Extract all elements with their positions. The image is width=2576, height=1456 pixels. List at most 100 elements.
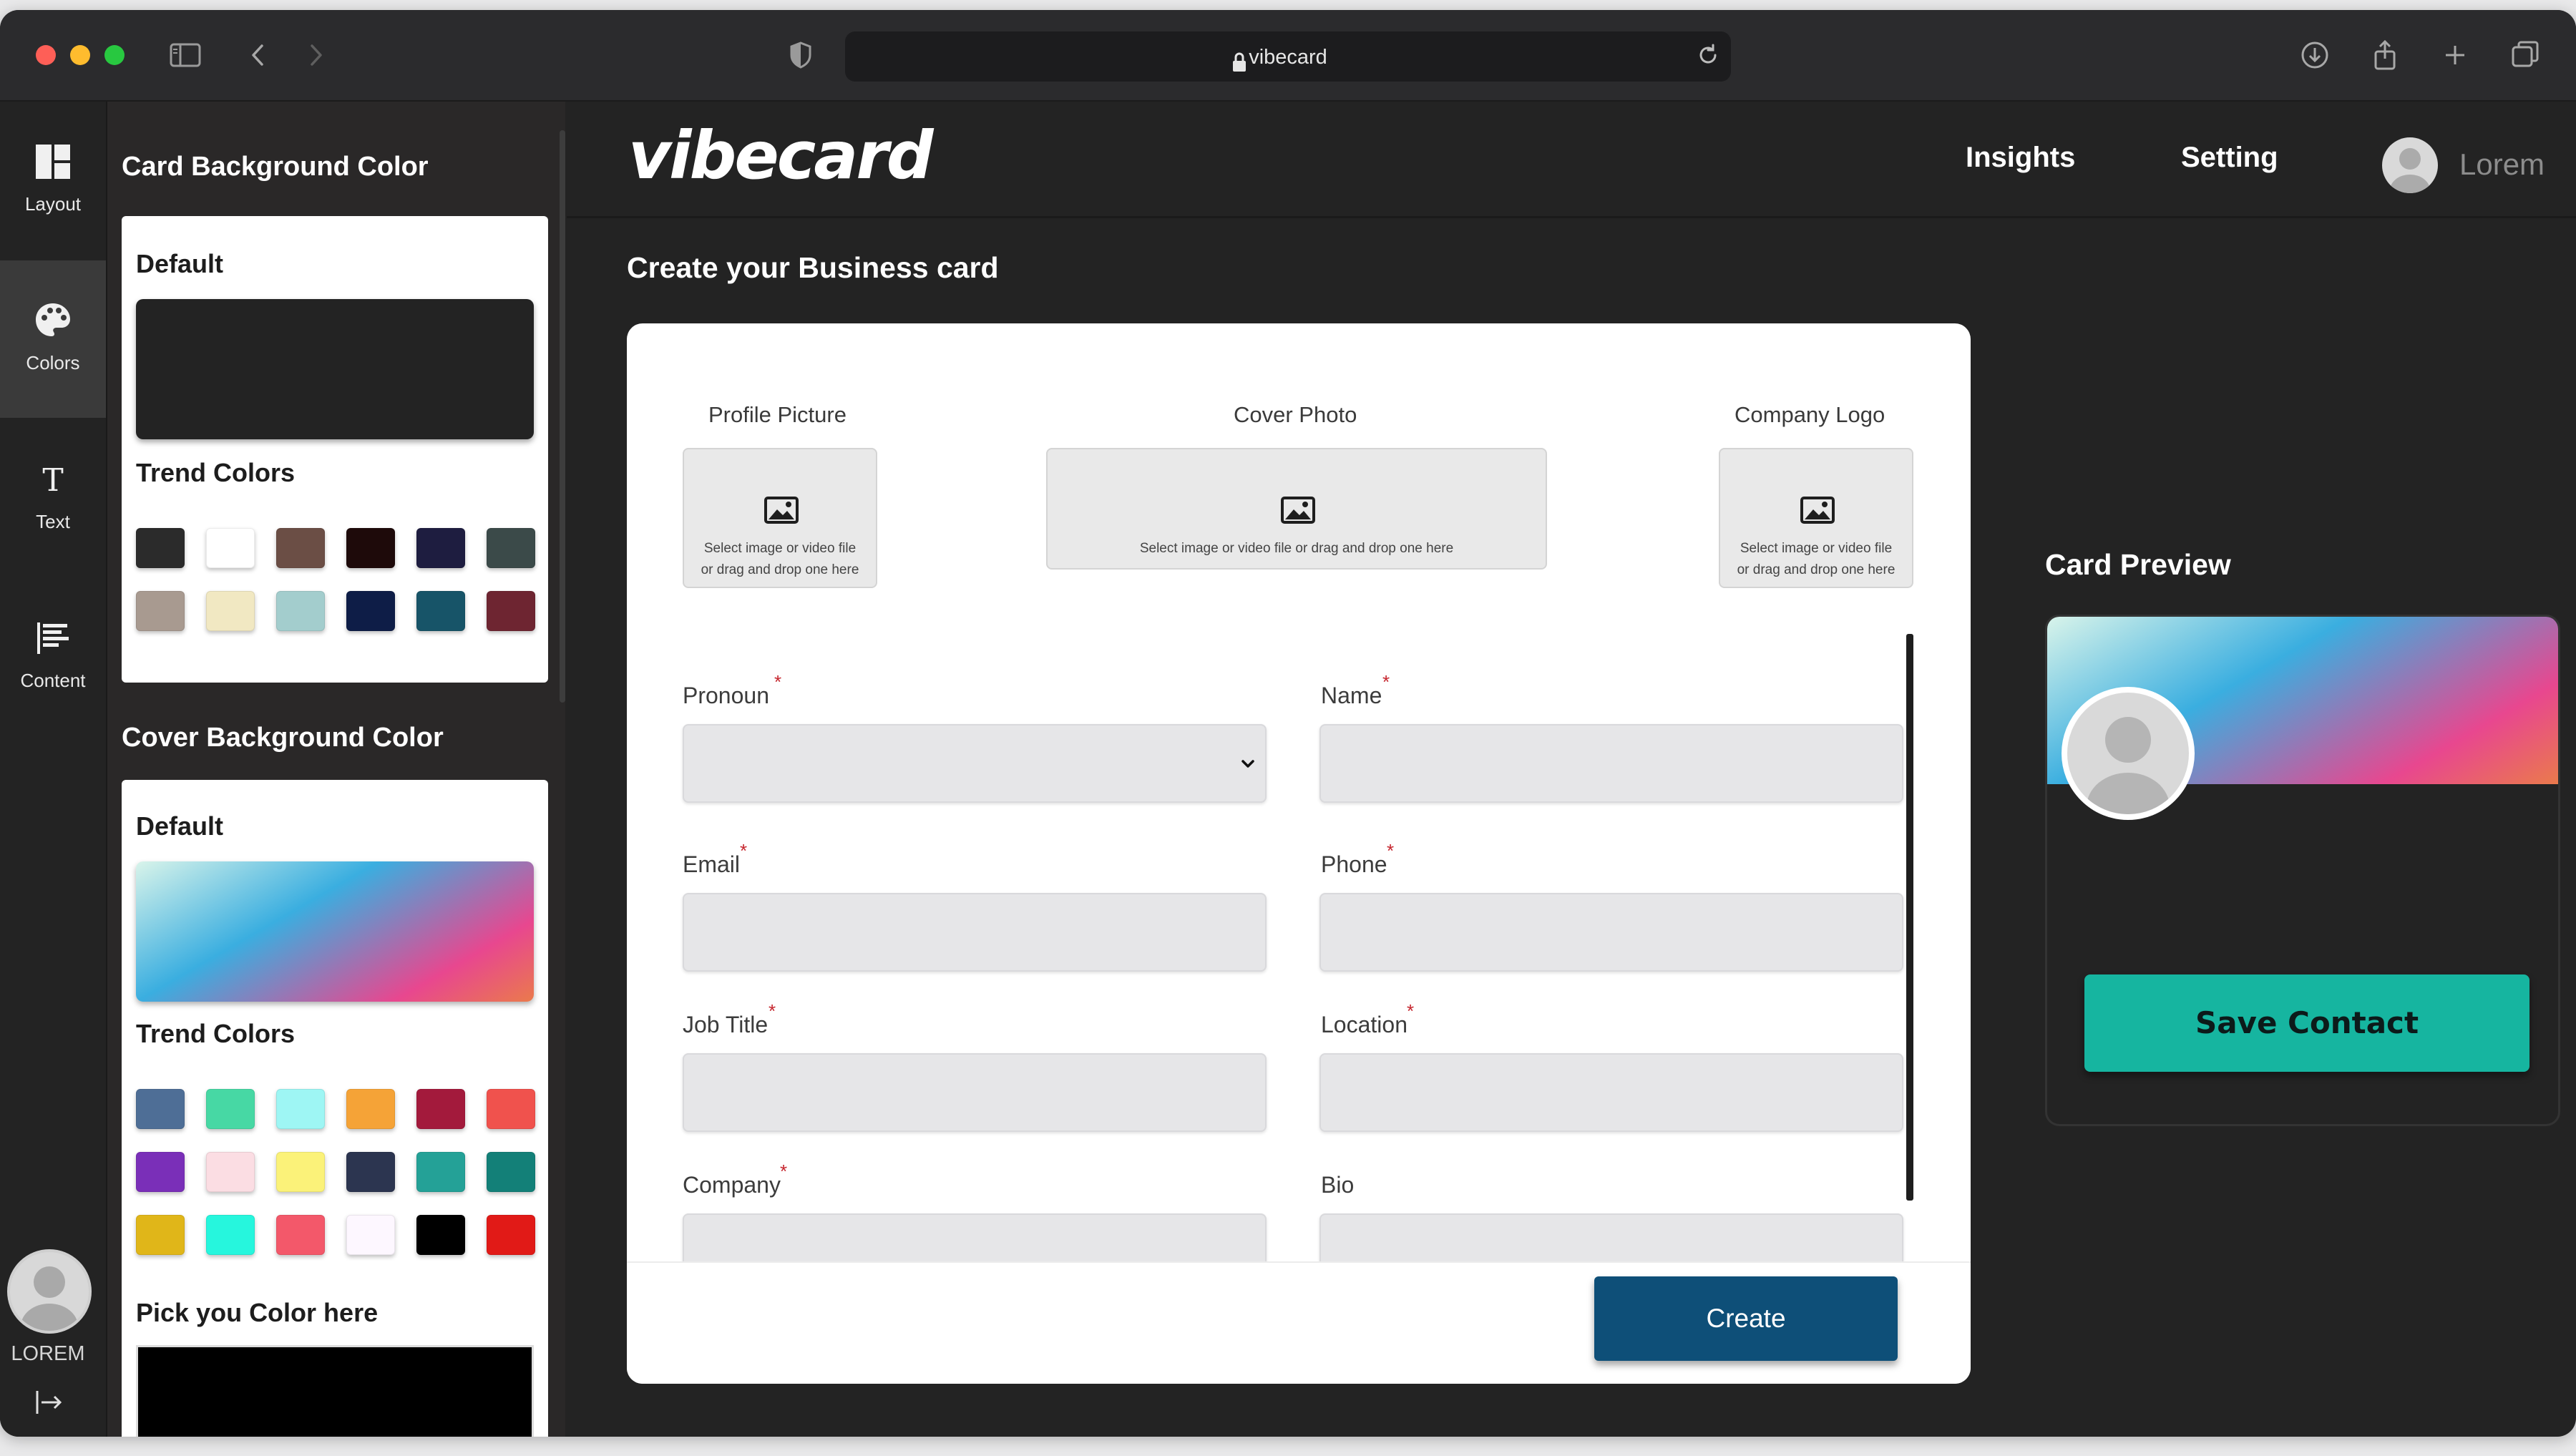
close-window-button[interactable]	[36, 45, 56, 65]
image-icon	[1800, 497, 1835, 524]
job-title-input[interactable]	[683, 1053, 1267, 1132]
user-silhouette-icon	[2087, 717, 2170, 814]
rail-label-layout: Layout	[24, 193, 82, 215]
color-swatch[interactable]	[206, 528, 255, 568]
nav-insights[interactable]: Insights	[1966, 142, 2075, 174]
cover-bg-default-swatch[interactable]	[136, 861, 534, 1002]
rail-label-content: Content	[20, 670, 86, 691]
color-swatch[interactable]	[346, 528, 395, 568]
form-scrollbar[interactable]	[1906, 634, 1913, 1201]
header-user-name[interactable]: Lorem	[2459, 147, 2545, 182]
rail-item-text[interactable]: T Text	[0, 419, 106, 577]
avatar[interactable]	[7, 1249, 92, 1334]
forward-arrow-icon[interactable]	[298, 37, 333, 73]
shield-icon[interactable]	[783, 37, 819, 73]
color-swatch[interactable]	[276, 1089, 325, 1129]
color-swatch[interactable]	[346, 1089, 395, 1129]
color-swatch[interactable]	[416, 528, 465, 568]
rail-label-text: Text	[36, 511, 70, 532]
color-swatch[interactable]	[346, 1215, 395, 1255]
share-icon[interactable]	[2367, 37, 2403, 73]
color-swatch[interactable]	[416, 1089, 465, 1129]
cover-bg-section: Default Trend Colors Pick you Color here	[122, 780, 548, 1437]
minimize-window-button[interactable]	[70, 45, 90, 65]
vibecard-logo[interactable]: vibecard	[628, 117, 934, 194]
cover-photo-upload[interactable]: Select image or video file or drag and d…	[1046, 448, 1547, 570]
download-icon[interactable]	[2297, 37, 2333, 73]
company-label: Company	[683, 1172, 781, 1198]
color-swatch[interactable]	[487, 528, 535, 568]
color-swatch[interactable]	[136, 591, 185, 631]
pronoun-select[interactable]	[683, 724, 1267, 803]
rail-item-layout[interactable]: Layout	[0, 102, 106, 259]
color-swatch[interactable]	[276, 1215, 325, 1255]
color-swatch[interactable]	[487, 591, 535, 631]
profile-picture-label: Profile Picture	[708, 402, 847, 427]
color-swatch[interactable]	[416, 1152, 465, 1192]
address-bar[interactable]: vibecard	[845, 31, 1731, 82]
name-input[interactable]	[1319, 724, 1903, 803]
location-input[interactable]	[1319, 1053, 1903, 1132]
color-swatch[interactable]	[206, 1089, 255, 1129]
reload-icon[interactable]	[1692, 39, 1724, 72]
nav-setting[interactable]: Setting	[2181, 142, 2278, 174]
sidebar-toggle-icon[interactable]	[167, 37, 203, 73]
tab-overview-icon[interactable]	[2507, 37, 2543, 73]
color-picker[interactable]	[136, 1345, 534, 1437]
logout-icon[interactable]	[33, 1387, 64, 1418]
phone-input[interactable]	[1319, 893, 1903, 972]
color-swatch[interactable]	[136, 528, 185, 568]
profile-picture-upload[interactable]: Select image or video file or drag and dr…	[683, 448, 877, 588]
header-avatar[interactable]	[2382, 137, 2438, 193]
required-mark: *	[780, 1161, 788, 1182]
panel-scrollbar[interactable]	[560, 130, 565, 703]
phone-label: Phone	[1321, 851, 1387, 877]
save-contact-button[interactable]: Save Contact	[2084, 974, 2529, 1072]
card-bg-section: Default Trend Colors	[122, 216, 548, 683]
color-swatch[interactable]	[346, 591, 395, 631]
color-swatch[interactable]	[416, 1215, 465, 1255]
color-swatch[interactable]	[346, 1152, 395, 1192]
color-swatch[interactable]	[136, 1215, 185, 1255]
back-arrow-icon[interactable]	[240, 37, 276, 73]
cover-bg-trend-label: Trend Colors	[136, 1019, 296, 1048]
required-mark: *	[1387, 840, 1395, 861]
content-icon	[37, 622, 69, 654]
business-card-form: Profile Picture Cover Photo Company Logo…	[627, 323, 1971, 1384]
color-swatch[interactable]	[487, 1089, 535, 1129]
rail-item-colors[interactable]: Colors	[0, 260, 106, 418]
cover-bg-title: Cover Background Color	[122, 723, 444, 753]
browser-toolbar: vibecard	[0, 10, 2576, 102]
required-mark: *	[1407, 1000, 1415, 1022]
colors-panel: Card Background Color Default Trend Colo…	[107, 102, 565, 1437]
user-silhouette-icon	[2390, 148, 2430, 193]
cover-bg-default-label: Default	[136, 811, 224, 841]
rail-item-content[interactable]: Content	[0, 578, 106, 736]
create-button[interactable]: Create	[1594, 1276, 1898, 1361]
color-swatch[interactable]	[276, 528, 325, 568]
text-icon: T	[42, 462, 63, 499]
color-swatch[interactable]	[206, 1215, 255, 1255]
rail-label-colors: Colors	[26, 352, 80, 373]
upload-hint: Select image or video file or drag and d…	[1139, 541, 1454, 556]
color-swatch[interactable]	[276, 591, 325, 631]
color-swatch[interactable]	[487, 1152, 535, 1192]
color-swatch[interactable]	[206, 1152, 255, 1192]
color-swatch[interactable]	[136, 1089, 185, 1129]
url-text[interactable]: vibecard	[845, 46, 1731, 69]
company-logo-upload[interactable]: Select image or video file or drag and dr…	[1719, 448, 1913, 588]
color-swatch[interactable]	[487, 1215, 535, 1255]
email-input[interactable]	[683, 893, 1267, 972]
color-swatch[interactable]	[136, 1152, 185, 1192]
new-tab-icon[interactable]	[2437, 37, 2473, 73]
zoom-window-button[interactable]	[104, 45, 125, 65]
card-bg-default-swatch[interactable]	[136, 299, 534, 439]
pronoun-label: Pronoun	[683, 683, 769, 708]
color-swatch[interactable]	[416, 591, 465, 631]
image-icon	[764, 497, 799, 524]
color-swatch[interactable]	[206, 591, 255, 631]
color-swatch[interactable]	[276, 1152, 325, 1192]
user-silhouette-icon	[21, 1266, 78, 1331]
required-mark: *	[769, 1000, 776, 1022]
chevron-down-icon	[1241, 760, 1254, 768]
